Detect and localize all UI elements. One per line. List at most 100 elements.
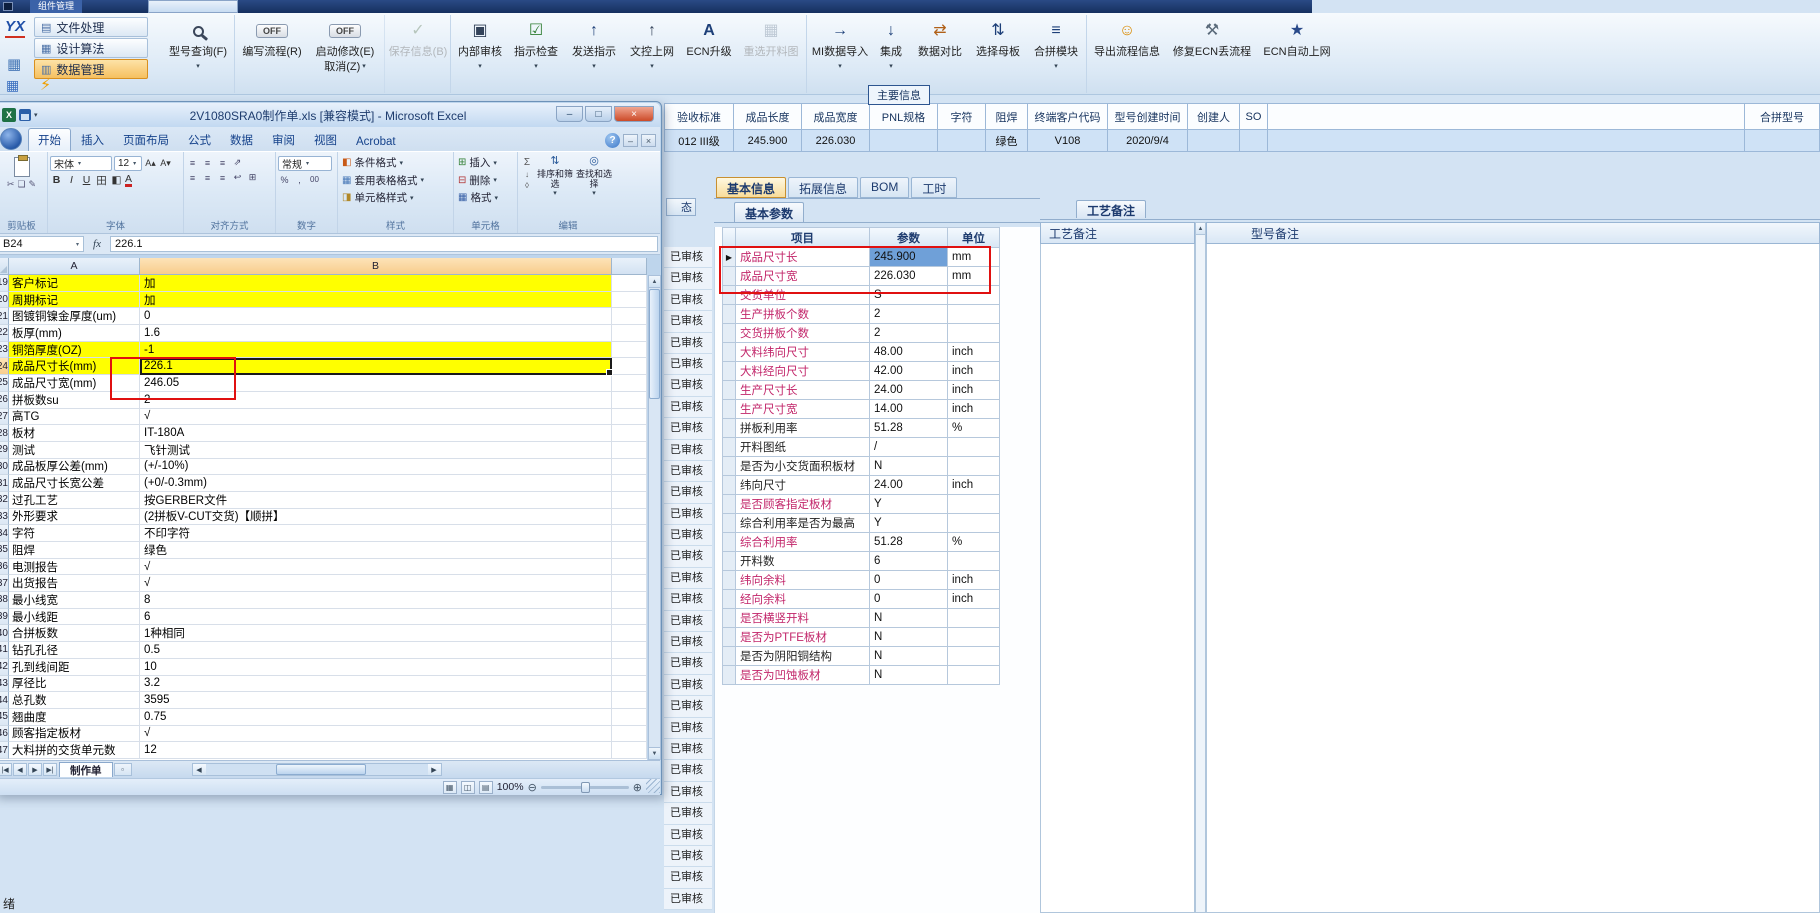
underline-icon[interactable]: U xyxy=(80,173,93,187)
cell-a22[interactable]: 板厚(mm) xyxy=(9,325,140,342)
row-number[interactable]: 47 xyxy=(0,742,9,759)
row-number[interactable]: 30 xyxy=(0,458,9,476)
zoom-level[interactable]: 100% xyxy=(497,781,524,793)
row-number[interactable]: 43 xyxy=(0,675,9,693)
row-number[interactable]: 45 xyxy=(0,708,9,726)
scroll-left-icon[interactable]: ◀ xyxy=(192,764,206,775)
tab-bom[interactable]: BOM xyxy=(860,177,910,198)
autosum-icon[interactable]: Σ xyxy=(524,157,530,168)
formula-input[interactable]: 226.1 xyxy=(110,236,658,252)
param-value[interactable]: 48.00 xyxy=(870,343,948,362)
first-sheet-icon[interactable]: |◀ xyxy=(0,763,12,776)
row-number[interactable]: 39 xyxy=(0,608,9,626)
cell-b19[interactable]: 加 xyxy=(140,275,612,292)
cell-b29[interactable]: 飞针测试 xyxy=(140,441,612,459)
row-number[interactable]: 32 xyxy=(0,491,9,509)
zoom-in-icon[interactable]: ⊕ xyxy=(633,781,642,794)
param-value[interactable]: 42.00 xyxy=(870,362,948,381)
cell-a32[interactable]: 过孔工艺 xyxy=(9,491,140,509)
percent-icon[interactable]: % xyxy=(278,173,291,186)
param-value[interactable]: 14.00 xyxy=(870,400,948,419)
scroll-up-icon[interactable]: ▲ xyxy=(649,276,660,288)
param-value[interactable]: 2 xyxy=(870,324,948,343)
cell-b25[interactable]: 246.05 xyxy=(140,375,612,392)
off-toggle[interactable]: OFF xyxy=(329,24,361,38)
sheet-grid[interactable]: 19客户标记加20周期标记加21图镀铜镍金厚度(um)022板厚(mm)1.62… xyxy=(0,275,647,760)
format-painter-icon[interactable]: ✎ xyxy=(29,179,37,190)
prev-sheet-icon[interactable]: ◀ xyxy=(13,763,27,776)
process-notes-body[interactable] xyxy=(1040,244,1195,913)
clear-icon[interactable]: ◊ xyxy=(525,181,529,190)
tab-process-notes[interactable]: 工艺备注 xyxy=(1076,200,1147,218)
style-button-1[interactable]: ▦ 套用表格格式 ▾ xyxy=(340,172,451,190)
cell-a41[interactable]: 钻孔孔径 xyxy=(9,642,140,659)
name-box[interactable]: B24 ▾ xyxy=(0,236,84,252)
cell-a45[interactable]: 翘曲度 xyxy=(9,708,140,726)
cell-b27[interactable]: √ xyxy=(140,408,612,426)
wrap-text-icon[interactable]: ↩ xyxy=(231,171,244,184)
row-number[interactable]: 42 xyxy=(0,658,9,676)
tab-extended-info[interactable]: 拓展信息 xyxy=(788,177,859,198)
cell-a33[interactable]: 外形要求 xyxy=(9,508,140,526)
fill-color-icon[interactable]: ◧ xyxy=(110,173,123,187)
restore-button[interactable]: □ xyxy=(585,106,612,122)
resize-grip[interactable] xyxy=(646,779,660,793)
comma-icon[interactable]: , xyxy=(293,173,306,186)
param-value[interactable]: 51.28 xyxy=(870,419,948,438)
style-button-2[interactable]: ◨ 单元格样式 ▾ xyxy=(340,189,451,207)
excel-tab-4[interactable]: 数据 xyxy=(221,129,262,151)
excel-tab-0[interactable]: 开始 xyxy=(28,128,71,151)
menu-design-algorithm[interactable]: ▦ 设计算法 xyxy=(34,38,148,58)
ecn-auto-upload-button[interactable]: ★ ECN自动上网 xyxy=(1260,15,1334,93)
next-sheet-icon[interactable]: ▶ xyxy=(28,763,42,776)
scrollbar-thumb[interactable] xyxy=(649,289,660,399)
cell-b38[interactable]: 8 xyxy=(140,592,612,609)
cell-a29[interactable]: 测试 xyxy=(9,441,140,459)
font-size-select[interactable]: 12 ▾ xyxy=(114,156,142,171)
cell-b34[interactable]: 不印字符 xyxy=(140,525,612,542)
orientation-icon[interactable]: ⇗ xyxy=(231,156,244,169)
align-right-icon[interactable]: ≡ xyxy=(216,171,229,184)
excel-tab-7[interactable]: Acrobat xyxy=(347,133,405,151)
row-number[interactable]: 36 xyxy=(0,558,9,576)
data-compare-button[interactable]: ⇄ 数据对比 xyxy=(912,15,968,93)
cell-a44[interactable]: 总孔数 xyxy=(9,692,140,709)
param-value[interactable]: N xyxy=(870,609,948,628)
row-number[interactable]: 28 xyxy=(0,425,9,442)
excel-tab-1[interactable]: 插入 xyxy=(72,129,113,151)
page-break-view-icon[interactable]: ▤ xyxy=(478,780,493,794)
column-header-b[interactable]: B xyxy=(140,258,612,275)
close-button[interactable]: × xyxy=(614,106,654,122)
cell-a34[interactable]: 字符 xyxy=(9,525,140,542)
instruction-check-button[interactable]: ☑ 指示检查 ▾ xyxy=(508,15,564,93)
column-header-a[interactable]: A xyxy=(9,258,140,275)
column-header-partial[interactable] xyxy=(612,258,647,275)
merge-center-icon[interactable]: ⊞ xyxy=(246,171,259,184)
cell-a47[interactable]: 大料拼的交货单元数 xyxy=(9,742,140,759)
repair-ecn-flow-button[interactable]: ⚒ 修复ECN丢流程 xyxy=(1166,15,1258,93)
row-number[interactable]: 44 xyxy=(0,692,9,709)
cell-b40[interactable]: 1种相同 xyxy=(140,625,612,643)
tab-work-hours[interactable]: 工时 xyxy=(911,177,958,198)
normal-view-icon[interactable]: ▦ xyxy=(442,780,457,794)
fx-icon[interactable]: fx xyxy=(86,238,108,250)
param-row[interactable]: ▶ 成品尺寸长 245.900 mm xyxy=(722,248,1000,267)
param-row[interactable]: 生产拼板个数 2 xyxy=(722,305,1000,324)
mi-data-import-button[interactable]: → MI数据导入 ▾ xyxy=(806,15,870,93)
scroll-down-icon[interactable]: ▼ xyxy=(649,747,660,759)
cell-b35[interactable]: 绿色 xyxy=(140,542,612,559)
cell-b33[interactable]: (2拼板V-CUT交货)【顺拼】 xyxy=(140,508,612,526)
param-row[interactable]: 成品尺寸宽 226.030 mm xyxy=(722,267,1000,286)
row-number[interactable]: 26 xyxy=(0,391,9,409)
doc-control-upload-button[interactable]: ↑ 文控上网 ▾ xyxy=(624,15,680,93)
zoom-slider-thumb[interactable] xyxy=(580,781,590,793)
integrate-button[interactable]: ↓ 集成 ▾ xyxy=(872,15,910,93)
cell-a36[interactable]: 电测报告 xyxy=(9,558,140,576)
send-instruction-button[interactable]: ↑ 发送指示 ▾ xyxy=(566,15,622,93)
cell-button-1[interactable]: ⊟ 删除 ▾ xyxy=(456,172,515,190)
cell-b20[interactable]: 加 xyxy=(140,291,612,309)
style-button-0[interactable]: ◧ 条件格式 ▾ xyxy=(340,154,451,172)
param-value[interactable]: 0 xyxy=(870,571,948,590)
param-value[interactable]: N xyxy=(870,666,948,685)
cell-a40[interactable]: 合拼板数 xyxy=(9,625,140,643)
